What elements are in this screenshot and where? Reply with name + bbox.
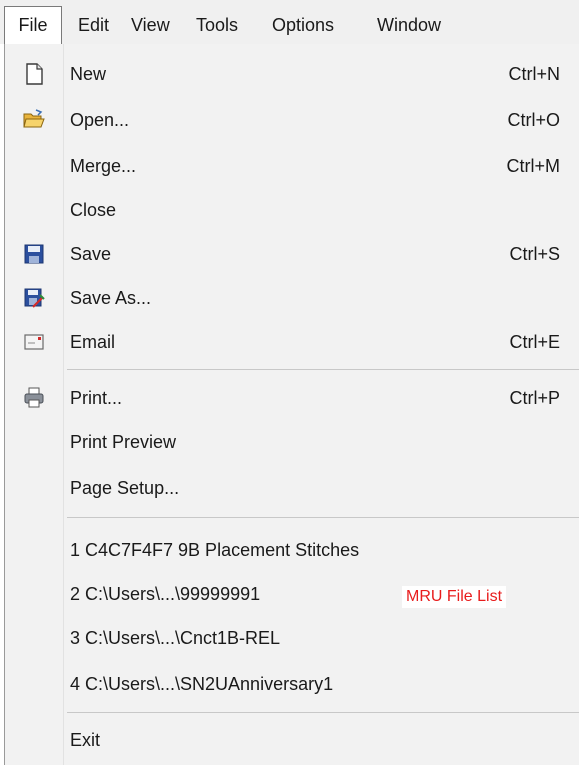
merge-shortcut: Ctrl+M [506,156,561,176]
menu-options[interactable]: Options [272,8,334,42]
mru-item-label: 4 C:\Users\...\SN2UAnniversary1 [70,674,334,694]
menu-item-save-as[interactable]: Save As... [5,278,579,318]
menu-item-print[interactable]: Print... Ctrl+P [5,378,579,418]
envelope-icon [23,331,45,353]
mru-item-label: 1 C4C7F4F7 9B Placement Stitches [70,540,360,560]
open-label: Open... [70,110,130,130]
menu-item-save[interactable]: Save Ctrl+S [5,234,579,274]
new-shortcut: Ctrl+N [508,64,560,84]
menu-window[interactable]: Window [377,8,441,42]
save-label: Save [70,244,112,264]
menu-edit[interactable]: Edit [78,8,109,42]
mru-item-label: 2 C:\Users\...\99999991 [70,584,261,604]
new-document-icon [23,63,45,85]
save-shortcut: Ctrl+S [509,244,560,264]
menu-item-open[interactable]: Open... Ctrl+O [5,100,579,140]
mru-item-label: 3 C:\Users\...\Cnct1B-REL [70,628,281,648]
menu-separator [67,369,579,370]
mru-item-3[interactable]: 3 C:\Users\...\Cnct1B-REL [5,618,579,658]
menu-item-merge[interactable]: Merge... Ctrl+M [5,146,579,186]
menu-tools[interactable]: Tools [196,8,238,42]
save-as-icon [23,287,45,309]
menu-item-new[interactable]: New Ctrl+N [5,54,579,94]
page-setup-label: Page Setup... [70,478,180,498]
print-label: Print... [70,388,123,408]
open-shortcut: Ctrl+O [507,110,560,130]
new-label: New [70,64,107,84]
menu-bar: File Edit View Tools Options Window [0,0,579,45]
mru-item-1[interactable]: 1 C4C7F4F7 9B Placement Stitches [5,530,579,570]
menu-file[interactable]: File [4,6,62,45]
open-folder-icon [23,109,45,131]
email-label: Email [70,332,116,352]
menu-item-close[interactable]: Close [5,190,579,230]
file-menu-dropdown: New Ctrl+N Open... Ctrl+O Merge... Ctrl+… [4,44,579,765]
menu-item-print-preview[interactable]: Print Preview [5,422,579,462]
merge-label: Merge... [70,156,137,176]
mru-file-list-annotation: MRU File List [402,586,507,608]
menu-item-exit[interactable]: Exit [5,720,579,760]
email-shortcut: Ctrl+E [509,332,560,352]
close-label: Close [70,200,117,220]
save-as-label: Save As... [70,288,152,308]
menu-separator [67,517,579,518]
print-preview-label: Print Preview [70,432,177,452]
exit-label: Exit [70,730,101,750]
print-shortcut: Ctrl+P [509,388,560,408]
floppy-disk-icon [23,243,45,265]
menu-view[interactable]: View [131,8,170,42]
menu-separator [67,712,579,713]
mru-item-4[interactable]: 4 C:\Users\...\SN2UAnniversary1 [5,664,579,704]
menu-item-page-setup[interactable]: Page Setup... [5,468,579,508]
menu-item-email[interactable]: Email Ctrl+E [5,322,579,362]
printer-icon [23,387,45,409]
